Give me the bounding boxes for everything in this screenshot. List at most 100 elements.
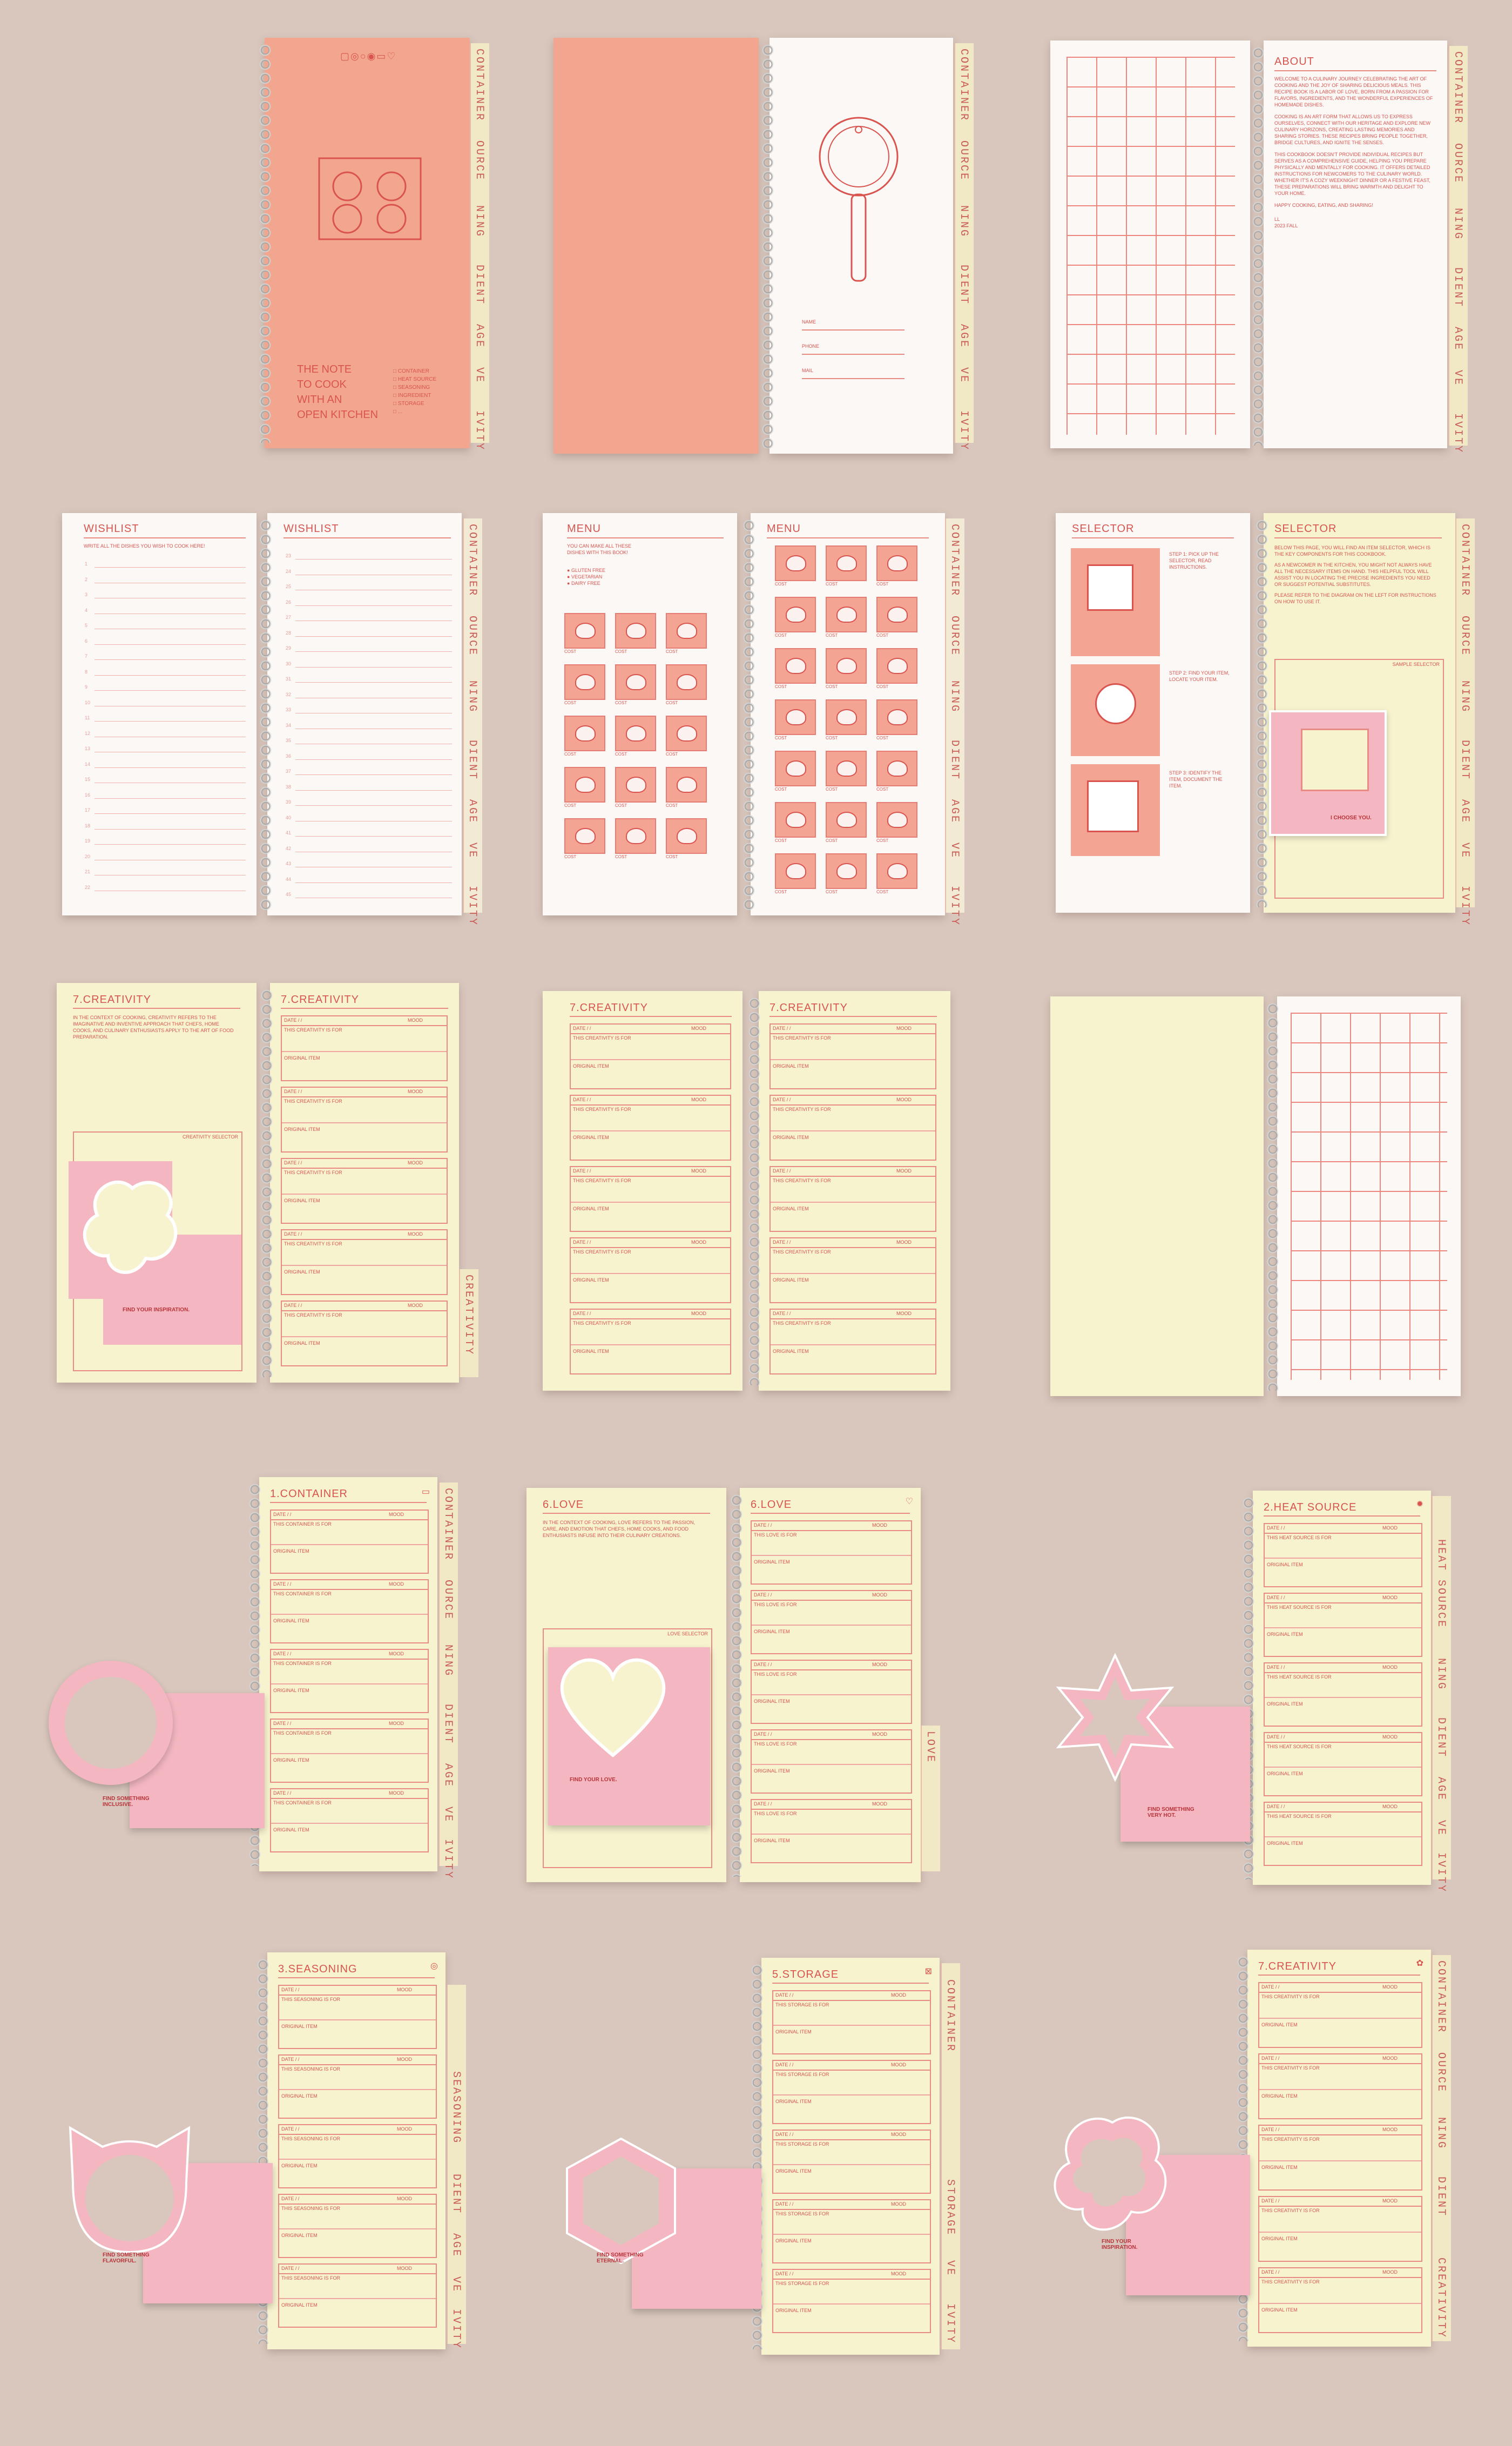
dish-illustration[interactable] — [666, 613, 707, 649]
tab-ingredient[interactable]: DIENT — [1435, 1717, 1447, 1758]
owner-mail-line[interactable] — [802, 378, 905, 379]
container-selector-card[interactable]: FIND SOMETHING INCLUSIVE. — [49, 1661, 265, 1839]
log-entry[interactable]: DATE / / MOOD THIS CREATIVITY IS FOR ORIGIN… — [770, 1023, 936, 1089]
entry-mid-line[interactable] — [1259, 2017, 1421, 2019]
wishlist-line[interactable] — [94, 659, 246, 660]
dish-illustration[interactable] — [775, 597, 816, 632]
entry-mid-line[interactable] — [773, 2234, 930, 2235]
log-entry[interactable]: DATE / / MOOD THIS CONTAINER IS FOR ORIGINA… — [270, 1649, 429, 1713]
entry-mid-line[interactable] — [279, 2089, 436, 2091]
entry-mid-line[interactable] — [771, 1344, 935, 1345]
entry-mid-line[interactable] — [1265, 1558, 1421, 1559]
log-entry[interactable]: DATE / / MOOD THIS CREATIVITY IS FOR ORIGIN… — [281, 1301, 448, 1366]
log-entry[interactable]: DATE / / MOOD THIS HEAT SOURCE IS FOR ORIGI… — [1264, 1523, 1422, 1587]
entry-mid-line[interactable] — [1259, 2160, 1421, 2161]
wishlist-line[interactable] — [295, 790, 452, 791]
wishlist-line[interactable] — [295, 605, 452, 606]
tab-storage[interactable]: AGE — [442, 1763, 454, 1788]
entry-mid-line[interactable] — [771, 1201, 935, 1203]
log-entry[interactable]: DATE / / MOOD THIS STORAGE IS FOR ORIGINAL … — [772, 2130, 931, 2194]
log-entry[interactable]: DATE / / MOOD THIS CREATIVITY IS FOR ORIGIN… — [770, 1166, 936, 1232]
tab-storage[interactable]: STORAGE — [944, 2179, 956, 2236]
log-entry[interactable]: DATE / / MOOD THIS CREATIVITY IS FOR ORIGIN… — [1258, 2125, 1422, 2191]
tab-seasoning[interactable]: NING — [466, 680, 478, 713]
entry-mid-line[interactable] — [271, 1544, 428, 1546]
dish-illustration[interactable] — [876, 751, 917, 786]
log-entry[interactable]: DATE / / MOOD THIS CREATIVITY IS FOR ORIGIN… — [281, 1087, 448, 1153]
wishlist-line[interactable] — [295, 805, 452, 806]
owner-name-line[interactable] — [802, 329, 905, 331]
log-entry[interactable]: DATE / / MOOD THIS SEASONING IS FOR ORIGINA… — [278, 2194, 437, 2258]
wishlist-line[interactable] — [94, 813, 246, 814]
dish-illustration[interactable] — [564, 818, 605, 854]
entry-mid-line[interactable] — [1259, 2088, 1421, 2090]
tab-love[interactable]: VE — [957, 367, 970, 383]
sample-selector-card[interactable]: I CHOOSE YOU. — [1269, 710, 1387, 836]
tab-ingredient[interactable]: DIENT — [466, 740, 478, 780]
checklist-item[interactable]: □ INGREDIENT — [393, 392, 436, 400]
entry-mid-line[interactable] — [571, 1130, 730, 1131]
dish-illustration[interactable] — [775, 853, 816, 889]
wishlist-line[interactable] — [295, 759, 452, 760]
tab-container[interactable]: CONTAINER — [1452, 51, 1464, 124]
entry-mid-line[interactable] — [1259, 2302, 1421, 2304]
dish-illustration[interactable] — [775, 751, 816, 786]
log-entry[interactable]: DATE / / MOOD THIS CREATIVITY IS FOR ORIGIN… — [1258, 2267, 1422, 2333]
entry-mid-line[interactable] — [771, 1272, 935, 1274]
wishlist-line[interactable] — [295, 836, 452, 837]
entry-mid-line[interactable] — [571, 1344, 730, 1345]
checklist-item[interactable]: □ CONTAINER — [393, 367, 436, 375]
dish-illustration[interactable] — [564, 716, 605, 751]
log-entry[interactable]: DATE / / MOOD THIS CREATIVITY IS FOR ORIGIN… — [570, 1023, 731, 1089]
dish-illustration[interactable] — [564, 664, 605, 700]
tab-container[interactable]: CONTAINER — [1435, 1960, 1447, 2033]
tab-seasoning[interactable]: NING — [473, 205, 485, 238]
wishlist-line[interactable] — [94, 644, 246, 645]
tab-love[interactable]: VE — [473, 367, 485, 383]
checklist-item[interactable]: □ STORAGE — [393, 400, 436, 408]
log-entry[interactable]: DATE / / MOOD THIS HEAT SOURCE IS FOR ORIGI… — [1264, 1593, 1422, 1657]
tab-storage[interactable]: AGE — [957, 324, 970, 348]
entry-mid-line[interactable] — [279, 2228, 436, 2230]
wishlist-line[interactable] — [94, 690, 246, 691]
dish-illustration[interactable] — [615, 613, 656, 649]
entry-mid-line[interactable] — [771, 1130, 935, 1131]
wishlist-line[interactable] — [295, 682, 452, 683]
tab-creativity[interactable]: IVITY — [466, 886, 478, 926]
tab-seasoning[interactable]: NING — [1452, 208, 1464, 240]
log-entry[interactable]: DATE / / MOOD THIS CREATIVITY IS FOR ORIGIN… — [770, 1237, 936, 1303]
tab-container[interactable]: CONTAINER — [1459, 524, 1471, 597]
tab-love[interactable]: VE — [944, 2260, 956, 2276]
dish-illustration[interactable] — [876, 597, 917, 632]
log-entry[interactable]: DATE / / MOOD THIS LOVE IS FOR ORIGINAL ITE… — [751, 1729, 912, 1794]
log-entry[interactable]: DATE / / MOOD THIS LOVE IS FOR ORIGINAL ITE… — [751, 1799, 912, 1863]
log-entry[interactable]: DATE / / MOOD THIS STORAGE IS FOR ORIGINAL … — [772, 2199, 931, 2263]
tab-storage[interactable]: AGE — [466, 799, 478, 824]
tab-heat-source[interactable]: OURCE — [948, 616, 961, 656]
dish-illustration[interactable] — [666, 716, 707, 751]
wishlist-line[interactable] — [295, 666, 452, 668]
log-entry[interactable]: DATE / / MOOD THIS CREATIVITY IS FOR ORIGIN… — [1258, 2053, 1422, 2119]
tab-seasoning[interactable]: NING — [1435, 2117, 1447, 2149]
dish-illustration[interactable] — [564, 613, 605, 649]
wishlist-line[interactable] — [94, 767, 246, 768]
log-entry[interactable]: DATE / / MOOD THIS CREATIVITY IS FOR ORIGIN… — [281, 1158, 448, 1224]
tab-seasoning[interactable]: NING — [1435, 1658, 1447, 1690]
dish-illustration[interactable] — [775, 648, 816, 684]
entry-mid-line[interactable] — [773, 2025, 930, 2026]
tab-heat-source[interactable]: OURCE — [466, 616, 478, 656]
tab-storage[interactable]: AGE — [1452, 327, 1464, 351]
wishlist-line[interactable] — [94, 721, 246, 722]
wishlist-line[interactable] — [94, 798, 246, 799]
tab-container[interactable]: CONTAINER — [466, 524, 478, 597]
log-entry[interactable]: DATE / / MOOD THIS STORAGE IS FOR ORIGINAL … — [772, 2060, 931, 2124]
tab-storage[interactable]: AGE — [473, 324, 485, 348]
tab-heat-source[interactable]: OURCE — [442, 1580, 454, 1620]
tab-love[interactable]: VE — [1459, 843, 1471, 859]
tab-heat-source[interactable]: OURCE — [473, 140, 485, 181]
log-entry[interactable]: DATE / / MOOD THIS STORAGE IS FOR ORIGINAL … — [772, 1990, 931, 2054]
wishlist-line[interactable] — [295, 882, 452, 883]
tab-creativity[interactable]: IVITY — [1452, 413, 1464, 454]
entry-mid-line[interactable] — [1259, 2231, 1421, 2233]
entry-mid-line[interactable] — [282, 1122, 447, 1123]
